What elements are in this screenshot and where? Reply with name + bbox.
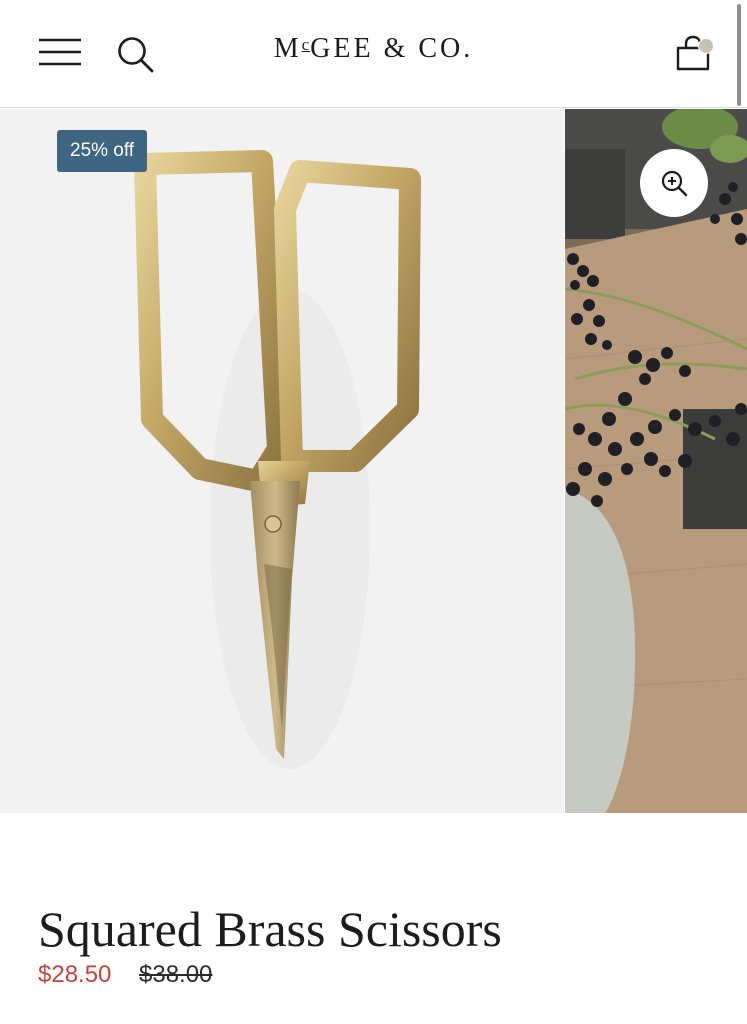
zoom-in-icon: [661, 170, 688, 197]
sale-price: $28.50: [38, 961, 112, 988]
brand-mc-prefix: M: [273, 33, 302, 64]
product-page: McGEE & CO. 25% off Squared Brass Scisso…: [0, 0, 747, 1024]
hamburger-menu-icon: [39, 38, 81, 66]
brand-name-rest: GEE & CO.: [310, 33, 474, 64]
discount-badge: 25% off: [57, 130, 148, 172]
menu-button[interactable]: [38, 34, 82, 70]
search-button[interactable]: [114, 33, 156, 75]
lifestyle-photo-illustration: [565, 109, 747, 813]
brass-scissors-illustration: [134, 150, 421, 769]
product-image-scissors[interactable]: 25% off: [0, 109, 564, 813]
product-title: Squared Brass Scissors: [38, 901, 502, 957]
site-header: McGEE & CO.: [0, 0, 747, 108]
zoom-button[interactable]: [640, 149, 708, 217]
cart-indicator-dot: [698, 38, 714, 54]
brand-mc-superscript: c: [301, 35, 311, 54]
original-price: $38.00: [139, 961, 213, 988]
product-image-lifestyle[interactable]: [565, 109, 747, 813]
search-icon: [118, 37, 154, 73]
product-image-carousel[interactable]: 25% off: [0, 109, 747, 813]
scroll-indicator: [737, 4, 741, 106]
brand-logo[interactable]: McGEE & CO.: [0, 33, 747, 65]
